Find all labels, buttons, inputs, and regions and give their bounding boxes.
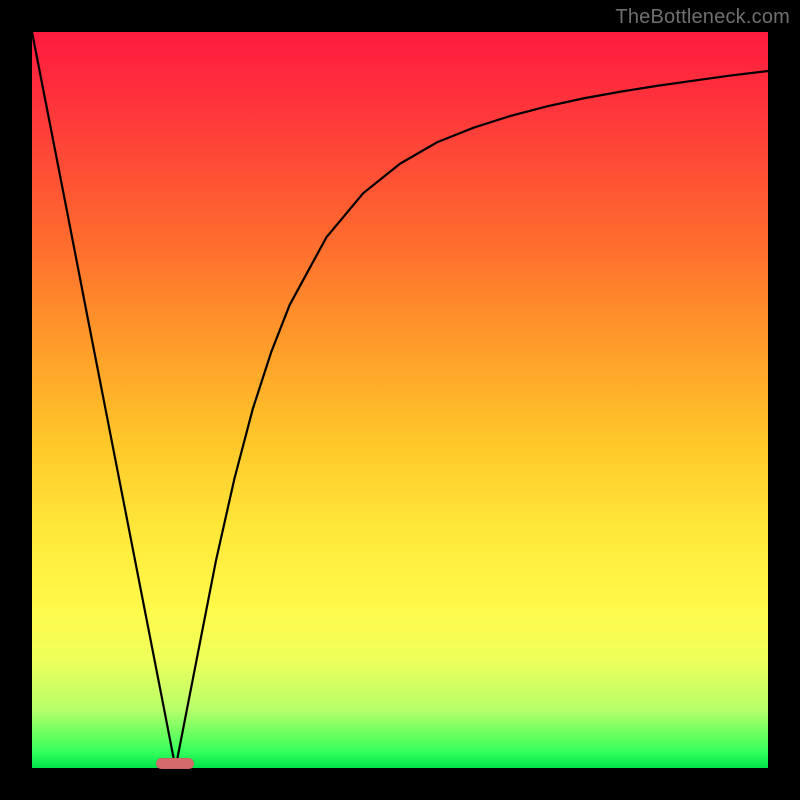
- optimal-range-marker: [156, 758, 194, 769]
- gradient-plot-area: [32, 32, 768, 768]
- curve-svg: [32, 32, 768, 768]
- chart-frame: TheBottleneck.com: [0, 0, 800, 800]
- bottleneck-curve: [32, 32, 768, 768]
- watermark-text: TheBottleneck.com: [615, 6, 790, 29]
